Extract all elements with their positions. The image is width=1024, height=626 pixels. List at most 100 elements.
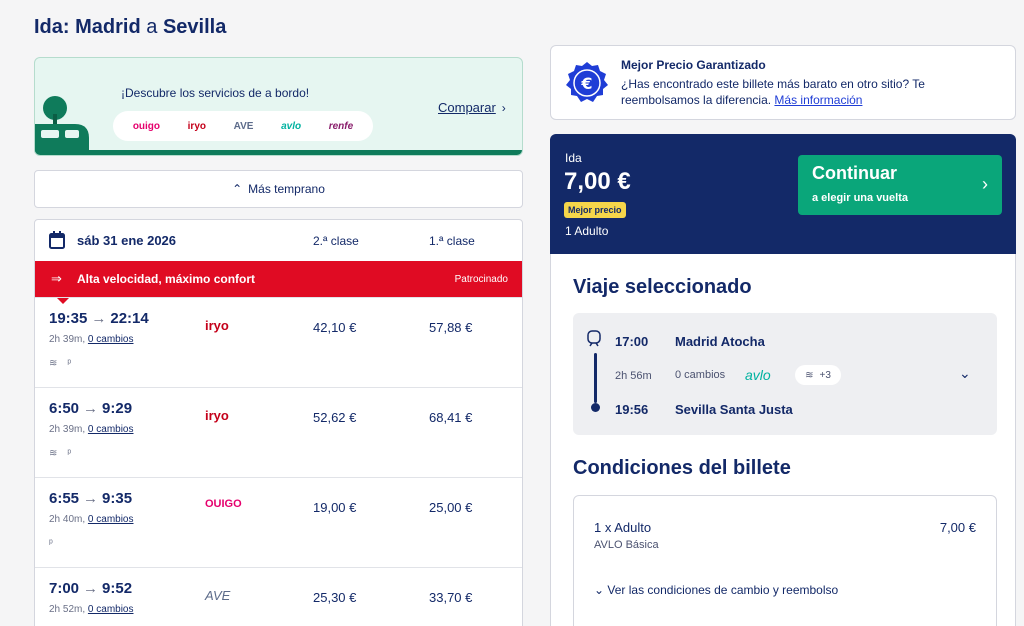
price-class1[interactable]: 33,70 € [429,590,472,605]
selected-trip-heading: Viaje seleccionado [573,276,752,298]
arrow-right-icon: → [83,490,99,507]
table-row[interactable]: 7:00→9:522h 52m, 0 cambiosᵖAVE25,30 €33,… [35,567,522,626]
trip-duration: 2h 40m, [49,514,86,525]
train-icon [587,330,601,347]
price-class1[interactable]: 57,88 € [429,320,472,335]
compare-link[interactable]: Comparar › [438,100,506,115]
chevron-right-icon: › [501,101,506,115]
departure-time: 17:00 [615,334,649,349]
table-row[interactable]: 6:55 → 9:35 2h 40m, 0 cambios ᵖ OUIGO 19,00 € 2… [35,477,522,567]
changes-link[interactable]: 0 cambios [88,424,134,435]
departure-arrival-times: 6:50 → 9:29 [49,400,132,417]
title-origin: Madrid [75,16,141,38]
route-line [594,353,597,403]
title-prefix: Ida: [34,16,70,38]
trip-brand-logo: avlo [745,367,771,383]
changes-link[interactable]: 0 cambios [88,514,134,525]
departure-arrival-times: 19:35 → 22:14 [49,310,149,327]
continue-sublabel: a elegir una vuelta [812,192,908,204]
summary-label: Ida [565,151,582,165]
pet-icon: ᵖ [67,358,72,369]
operator-logo: iryo [205,318,229,333]
amenities: ≋ ᵖ [49,448,71,459]
departure-station: Madrid Atocha [675,334,765,349]
pet-icon: ᵖ [67,448,72,459]
ticket-conditions-heading: Condiciones del billete [573,457,791,479]
passenger-count: 1 Adulto [565,224,609,238]
price-class1[interactable]: 68,41 € [429,410,472,425]
brand-logo-renfe: renfe [328,120,354,132]
column-header-class1: 1.ª clase [429,234,475,248]
results-date: sáb 31 ene 2026 [77,233,177,248]
table-row[interactable]: 19:35 → 22:14 2h 39m, 0 cambios ≋ ᵖ iryo 42,10 … [35,297,522,387]
amenities: ᵖ [49,538,53,549]
price-summary: Ida 7,00 € Mejor precio 1 Adulto Continu… [550,134,1016,254]
onboard-services-banner[interactable]: ¡Descubre los servicios de a bordo! ouig… [34,57,523,156]
arrival-time: 9:52 [102,580,133,597]
results-header: sáb 31 ene 2026 2.ª clase 1.ª clase [35,220,522,262]
arrival-time: 22:14 [110,310,149,327]
conditions-toggle[interactable]: ⌄ Ver las condiciones de cambio y reembo… [594,583,838,597]
wifi-icon: ≋ [805,369,814,381]
brand-logo-avlo: avlo [281,120,302,132]
guarantee-text: ¿Has encontrado este billete más barato … [621,76,1001,108]
best-price-guarantee: € Mejor Precio Garantizado ¿Has encontra… [550,45,1016,120]
price-class1[interactable]: 25,00 € [429,500,472,515]
fast-arrow-icon: ⇒ [51,271,62,286]
price-class2[interactable]: 25,30 € [313,590,356,605]
ticket-quantity: 1 x Adulto [594,520,652,535]
continue-button[interactable]: Continuar a elegir una vuelta › [798,155,1002,215]
chevron-up-icon: ⌃ [232,182,243,196]
earlier-button[interactable]: ⌃ Más temprano [34,170,523,208]
sponsored-banner[interactable]: ⇒ Alta velocidad, máximo confort Patroci… [35,261,522,304]
ticket-conditions-card: 1 x Adulto 7,00 € AVLO Básica ⌄ Ver las … [573,495,997,626]
banner-bottom-stripe [35,150,522,155]
title-destination: Sevilla [162,16,227,38]
selected-trip-card: 17:00 Madrid Atocha 2h 56m 0 cambios avl… [573,313,997,435]
svg-text:€: € [580,74,592,93]
compare-label: Comparar [438,100,496,115]
trip-meta: 2h 39m, 0 cambios [49,334,134,345]
trip-duration: 2h 56m [615,370,652,382]
operator-logo: AVE [205,588,231,603]
calendar-icon [49,231,65,249]
amenities-pill[interactable]: ≋ +3 [795,365,841,385]
euro-badge-icon: € [566,62,608,102]
brand-logo-ave: AVE [233,120,254,132]
guarantee-body: ¿Has encontrado este billete más barato … [621,77,925,107]
sponsored-text: Alta velocidad, máximo confort [77,272,256,286]
trip-meta: 2h 52m, 0 cambios [49,604,134,615]
ticket-price: 7,00 € [939,520,976,535]
trip-duration: 2h 52m, [49,604,86,615]
more-info-link[interactable]: Más información [774,93,862,107]
price-class2[interactable]: 42,10 € [313,320,356,335]
pet-icon: ᵖ [49,538,53,549]
operator-logo: OUIGO [205,498,242,510]
sponsored-label: Patrocinado [454,274,508,285]
changes-link[interactable]: 0 cambios [88,334,134,345]
best-price-badge: Mejor precio [564,202,626,218]
arrival-time: 19:56 [615,402,649,417]
chevron-down-icon: ⌄ [594,583,605,597]
trip-changes: 0 cambios [675,369,726,381]
arrow-right-icon: → [83,580,99,597]
brand-logo-iryo: iryo [187,120,206,132]
arrival-station: Sevilla Santa Justa [675,402,793,417]
departure-arrival-times: 6:55 → 9:35 [49,490,132,507]
trip-meta: 2h 40m, 0 cambios [49,514,134,525]
departure-arrival-times: 7:00 → 9:52 [49,580,132,597]
results-table: sáb 31 ene 2026 2.ª clase 1.ª clase ⇒ Al… [34,219,523,626]
price-class2[interactable]: 52,62 € [313,410,356,425]
chevron-down-icon[interactable]: ⌄ [959,365,971,382]
changes-link[interactable]: 0 cambios [88,604,134,615]
brand-logos: ouigo iryo AVE avlo renfe [113,111,373,141]
summary-price: 7,00 € [564,168,631,195]
continue-label: Continuar [812,163,897,183]
chevron-right-icon: › [982,174,988,194]
table-row[interactable]: 6:50 → 9:29 2h 39m, 0 cambios ≋ ᵖ iryo 52,62 €6… [35,387,522,477]
price-class2[interactable]: 19,00 € [313,500,356,515]
trip-duration: 2h 39m, [49,334,86,345]
departure-time: 6:50 [49,400,80,417]
title-connector: a [146,16,158,38]
trip-panel: Viaje seleccionado 17:00 Madrid Atocha 2… [550,254,1016,626]
